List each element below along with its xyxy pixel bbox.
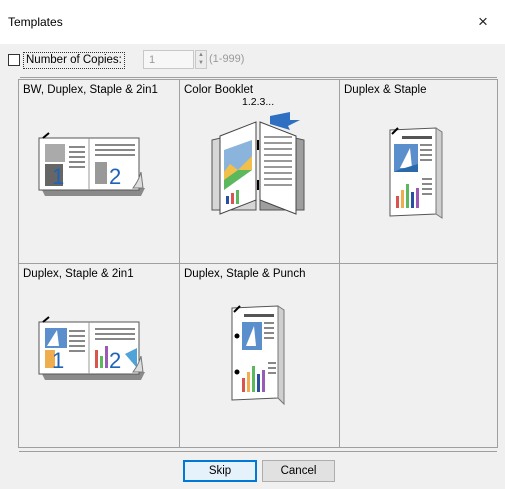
duplex-staple-2in1-icon: 1 2 bbox=[38, 316, 145, 380]
templates-dialog: Templates × Number of Copies: ▲ ▼ (1-999… bbox=[0, 0, 505, 489]
svg-text:2: 2 bbox=[109, 164, 121, 189]
skip-button[interactable]: Skip bbox=[183, 460, 257, 482]
copies-row: Number of Copies: ▲ ▼ (1-999) bbox=[0, 49, 505, 73]
template-label: BW, Duplex, Staple & 2in1 bbox=[23, 84, 158, 96]
svg-text:2: 2 bbox=[109, 348, 121, 373]
separator bbox=[20, 77, 497, 78]
copies-input[interactable] bbox=[143, 50, 194, 69]
title-bar: Templates × bbox=[0, 0, 505, 44]
bottom-separator bbox=[19, 451, 497, 452]
number-of-copies-checkbox[interactable] bbox=[8, 54, 20, 66]
template-tile-bw-duplex-staple-2in1[interactable]: BW, Duplex, Staple & 2in1 1 2 bbox=[18, 79, 180, 264]
close-button[interactable]: × bbox=[469, 8, 497, 36]
template-tile-empty bbox=[339, 263, 498, 448]
template-label: Duplex, Staple & Punch bbox=[184, 268, 306, 280]
copies-range-hint: (1-999) bbox=[209, 53, 245, 65]
svg-text:1: 1 bbox=[52, 164, 64, 189]
booklet-page-text: 1.2.3... bbox=[242, 96, 275, 108]
spin-down-icon[interactable]: ▼ bbox=[196, 59, 206, 67]
svg-text:1: 1 bbox=[52, 348, 64, 373]
dialog-title: Templates bbox=[8, 15, 63, 29]
template-tile-color-booklet[interactable]: Color Booklet 1.2.3... bbox=[179, 79, 340, 264]
cancel-button[interactable]: Cancel bbox=[262, 460, 335, 482]
template-label: Duplex, Staple & 2in1 bbox=[23, 268, 134, 280]
bw-duplex-staple-2in1-icon: 1 2 bbox=[38, 132, 145, 196]
template-grid: BW, Duplex, Staple & 2in1 1 2 Color Book… bbox=[18, 79, 498, 448]
template-tile-duplex-staple-2in1[interactable]: Duplex, Staple & 2in1 1 2 bbox=[18, 263, 180, 448]
spin-up-icon[interactable]: ▲ bbox=[196, 51, 206, 59]
number-of-copies-label[interactable]: Number of Copies: bbox=[23, 52, 125, 69]
duplex-staple-icon bbox=[389, 127, 443, 219]
template-label: Duplex & Staple bbox=[344, 84, 427, 96]
duplex-staple-punch-icon bbox=[231, 305, 285, 406]
close-icon: × bbox=[478, 12, 488, 31]
color-booklet-icon bbox=[211, 112, 305, 215]
copies-spinner[interactable]: ▲ ▼ bbox=[195, 50, 207, 69]
template-tile-duplex-staple[interactable]: Duplex & Staple bbox=[339, 79, 498, 264]
template-label: Color Booklet bbox=[184, 84, 254, 96]
template-tile-duplex-staple-punch[interactable]: Duplex, Staple & Punch bbox=[179, 263, 340, 448]
